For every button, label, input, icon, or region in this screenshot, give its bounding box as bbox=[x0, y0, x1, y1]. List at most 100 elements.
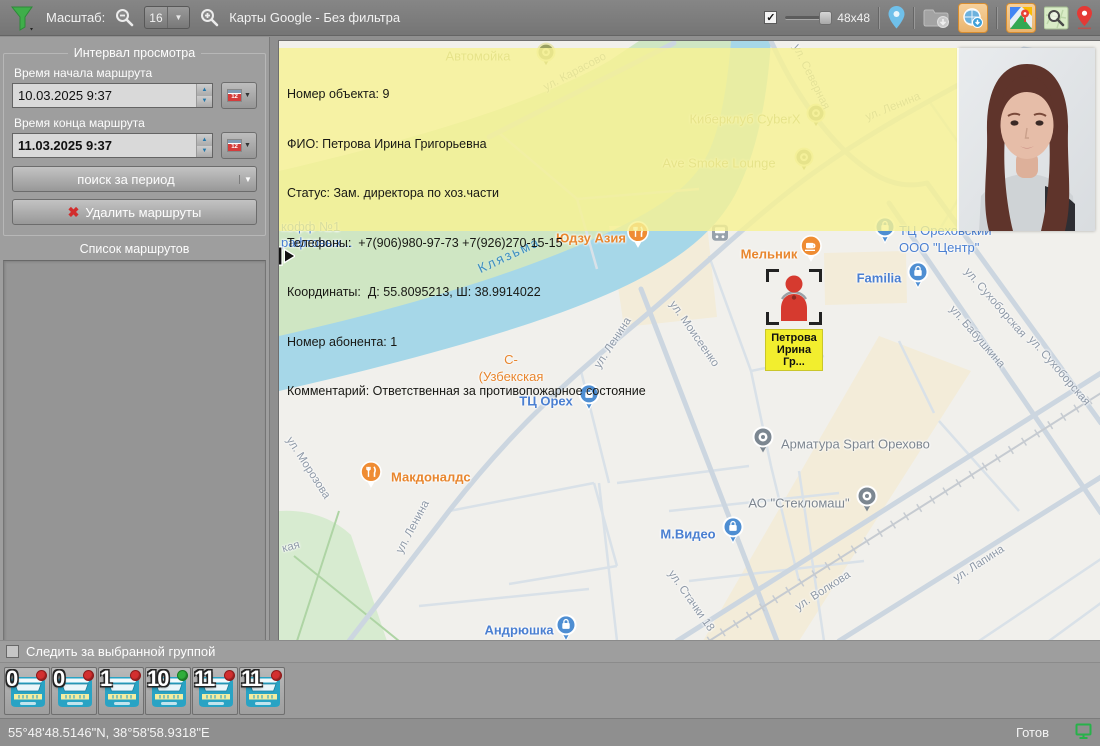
start-time-spinner[interactable]: ▲▼ bbox=[196, 84, 212, 107]
device-button[interactable]: 11 bbox=[239, 667, 285, 715]
poi-pin-icon bbox=[856, 485, 878, 517]
status-bar: 55°48'48.5146"N, 38°58'58.9318"E Готов bbox=[0, 718, 1100, 746]
poi-label: Мельник bbox=[741, 247, 798, 262]
start-time-value[interactable]: 10.03.2025 9:37 bbox=[13, 84, 196, 107]
device-number: 1 bbox=[100, 666, 110, 692]
devices-row: 0 0 1 10 11 11 bbox=[0, 662, 1100, 718]
object-info-panel: Номер объекта: 9 ФИО: Петрова Ирина Григ… bbox=[287, 53, 646, 433]
folder-download-button[interactable] bbox=[923, 6, 950, 29]
interval-title: Интервал просмотра bbox=[68, 46, 201, 60]
globe-download-button[interactable] bbox=[958, 3, 988, 33]
chevron-down-icon[interactable]: ▼ bbox=[239, 175, 256, 184]
interval-groupbox: Интервал просмотра Время начала маршрута… bbox=[3, 53, 266, 236]
cafe-poi-icon bbox=[799, 235, 823, 268]
device-button[interactable]: 10 bbox=[145, 667, 191, 715]
chevron-down-icon: ▼ bbox=[244, 92, 251, 99]
device-number: 0 bbox=[53, 666, 63, 692]
icon-size-slider[interactable] bbox=[785, 11, 829, 25]
ready-status: Готов bbox=[1016, 725, 1049, 740]
shopping-pin-icon bbox=[722, 516, 745, 549]
follow-group-label: Следить за выбранной группой bbox=[26, 644, 215, 659]
poi-label: М.Видео bbox=[660, 527, 715, 542]
cursor-coordinates: 55°48'48.5146"N, 38°58'58.9318"E bbox=[0, 725, 1016, 740]
device-status-dot bbox=[224, 670, 235, 681]
zoom-out-button[interactable] bbox=[115, 8, 134, 27]
routes-list-title: Список маршрутов bbox=[0, 242, 269, 256]
info-line: Комментарий: Ответственная за противопож… bbox=[287, 383, 646, 400]
slider-handle[interactable] bbox=[819, 11, 832, 25]
poi-label: Арматура Spart Орехово bbox=[781, 437, 930, 452]
connection-status-icon bbox=[1075, 723, 1094, 743]
road-moiseenko bbox=[641, 289, 777, 640]
device-button[interactable]: 0 bbox=[4, 667, 50, 715]
poi-label: Андрюшка bbox=[484, 623, 553, 638]
map-pin-button[interactable] bbox=[888, 6, 905, 29]
scale-value: 16 bbox=[145, 11, 167, 25]
restaurant-poi-icon bbox=[359, 461, 383, 494]
device-button[interactable]: 1 bbox=[98, 667, 144, 715]
end-time-value[interactable]: 11.03.2025 9:37 bbox=[13, 134, 196, 157]
yandex-maps-button[interactable] bbox=[1077, 6, 1092, 30]
end-time-spinner[interactable]: ▲▼ bbox=[196, 134, 212, 157]
end-calendar-button[interactable]: ▼ bbox=[221, 132, 257, 159]
routes-list[interactable] bbox=[3, 260, 266, 664]
info-line: Статус: Зам. директора по хоз.части bbox=[287, 185, 646, 202]
search-period-button[interactable]: поиск за период ▼ bbox=[12, 166, 257, 192]
device-status-dot bbox=[177, 670, 188, 681]
device-number: 0 bbox=[6, 666, 16, 692]
sidebar-panel: Интервал просмотра Время начала маршрута… bbox=[0, 37, 270, 640]
poi-label: Макдоналдс bbox=[391, 470, 471, 485]
info-line: Координаты: Д: 55.8095213, Ш: 38.9914022 bbox=[287, 284, 646, 301]
start-time-input[interactable]: 10.03.2025 9:37 ▲▼ bbox=[12, 83, 213, 108]
scale-select[interactable]: 16 ▼ bbox=[144, 6, 190, 29]
person-photo bbox=[959, 48, 1095, 231]
device-number: 11 bbox=[241, 666, 260, 692]
toolbar-separator bbox=[878, 7, 880, 29]
icon-size-checkbox[interactable]: ✓ bbox=[764, 11, 777, 24]
calendar-icon bbox=[227, 139, 242, 152]
device-status-dot bbox=[130, 670, 141, 681]
device-status-dot bbox=[83, 670, 94, 681]
osm-search-button[interactable] bbox=[1044, 6, 1069, 30]
toolbar-separator bbox=[996, 7, 998, 29]
delete-x-icon: ✖ bbox=[68, 204, 80, 221]
info-line: Номер абонента: 1 bbox=[287, 334, 646, 351]
main-toolbar: Масштаб: 16 ▼ Карты Google - Без фильтра… bbox=[0, 0, 1100, 36]
delete-routes-label: Удалить маршруты bbox=[85, 205, 201, 220]
info-line: Номер объекта: 9 bbox=[287, 86, 646, 103]
start-time-label: Время начала маршрута bbox=[14, 66, 255, 80]
device-status-dot bbox=[271, 670, 282, 681]
google-maps-button[interactable] bbox=[1006, 3, 1036, 33]
poi-label: АО "Стекломаш" bbox=[748, 496, 849, 511]
person-icon bbox=[772, 273, 816, 323]
calendar-icon bbox=[227, 89, 242, 102]
chevron-down-icon: ▼ bbox=[244, 142, 251, 149]
toolbar-separator bbox=[913, 7, 915, 29]
zoom-in-button[interactable] bbox=[200, 8, 219, 27]
device-status-dot bbox=[36, 670, 47, 681]
info-line: Телефоны: +7(906)980-97-73 +7(926)270-15… bbox=[287, 235, 646, 252]
info-line: ФИО: Петрова Ирина Григорьевна bbox=[287, 136, 646, 153]
filter-funnel-icon[interactable] bbox=[10, 4, 36, 32]
end-time-input[interactable]: 11.03.2025 9:37 ▲▼ bbox=[12, 133, 213, 158]
device-button[interactable]: 11 bbox=[192, 667, 238, 715]
poi-label: Familia bbox=[857, 271, 902, 286]
map-canvas[interactable]: ул. Карасово ул. Северная ул. Ленина ул.… bbox=[278, 40, 1100, 640]
shopping-pin-icon bbox=[907, 261, 930, 294]
device-button[interactable]: 0 bbox=[51, 667, 97, 715]
device-number: 11 bbox=[194, 666, 213, 692]
marker-name-label: Петрова Ирина Гр... bbox=[765, 329, 823, 371]
poi-pin-icon bbox=[752, 426, 774, 458]
follow-group-row: Следить за выбранной группой bbox=[0, 640, 1100, 662]
follow-group-checkbox[interactable] bbox=[6, 645, 19, 658]
search-period-label: поиск за период bbox=[13, 172, 239, 187]
map-source-label: Карты Google - Без фильтра bbox=[229, 10, 400, 25]
device-number: 10 bbox=[147, 666, 167, 692]
delete-routes-button[interactable]: ✖ Удалить маршруты bbox=[12, 199, 257, 225]
icon-size-label: 48x48 bbox=[837, 11, 870, 25]
shopping-pin-icon bbox=[555, 614, 578, 640]
scale-label: Масштаб: bbox=[46, 10, 105, 25]
resize-cursor-icon bbox=[278, 246, 295, 271]
end-time-label: Время конца маршрута bbox=[14, 116, 255, 130]
start-calendar-button[interactable]: ▼ bbox=[221, 82, 257, 109]
